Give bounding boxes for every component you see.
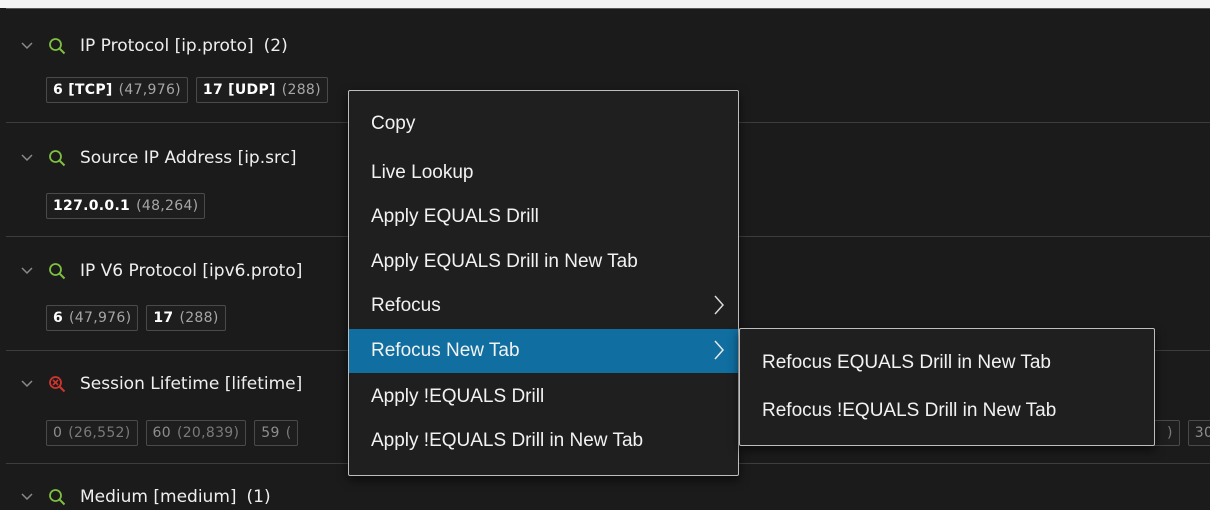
menu-item-apply-equals-drill[interactable]: Apply EQUALS Drill — [349, 195, 738, 239]
field-header-ipv6-proto[interactable]: IP V6 Protocol [ipv6.proto] — [18, 257, 302, 285]
menu-item-label: Copy — [371, 113, 416, 134]
field-header-lifetime[interactable]: Session Lifetime [lifetime] — [18, 370, 302, 398]
value-text: 17 — [153, 310, 174, 326]
menu-item-refocus-new-tab[interactable]: Refocus New Tab — [349, 329, 738, 373]
menu-item-label: Refocus — [371, 295, 441, 316]
value-text: 0 — [53, 425, 63, 441]
value-pill[interactable]: 17 [UDP] (288) — [195, 77, 328, 103]
field-header-ip-proto[interactable]: IP Protocol [ip.proto] (2) — [18, 32, 288, 60]
value-count: (288) — [179, 310, 219, 326]
value-count: (288) — [281, 82, 321, 98]
field-title: IP Protocol [ip.proto] — [80, 36, 254, 56]
field-values: 0 (26,552) 60 (20,839) 59 ( — [46, 420, 299, 446]
field-values: 127.0.0.1 (48,264) — [46, 193, 206, 219]
value-text: 30 — [1194, 425, 1210, 441]
submenu-item-label: Refocus !EQUALS Drill in New Tab — [762, 400, 1057, 421]
chevron-down-icon[interactable] — [18, 488, 36, 506]
submenu-item-label: Refocus EQUALS Drill in New Tab — [762, 352, 1051, 373]
value-text: 60 — [152, 425, 171, 441]
chevron-right-icon — [712, 294, 726, 316]
chevron-down-icon[interactable] — [18, 149, 36, 167]
field-count: (2) — [263, 36, 288, 56]
error-icon — [46, 373, 68, 395]
value-pill[interactable]: 60 (20,839) — [145, 420, 247, 446]
menu-item-label: Apply !EQUALS Drill — [371, 386, 545, 407]
field-header-medium[interactable]: Medium [medium] (1) — [18, 483, 271, 510]
search-icon — [46, 260, 68, 282]
chevron-down-icon[interactable] — [18, 37, 36, 55]
value-pill[interactable]: 30 — [1187, 420, 1210, 446]
value-text: 17 [UDP] — [202, 82, 276, 98]
field-title: Medium [medium] — [80, 487, 237, 507]
field-count: (1) — [246, 487, 271, 507]
menu-item-label: Apply EQUALS Drill — [371, 206, 539, 227]
top-border — [0, 0, 1210, 9]
field-values-overflow: ) 30 — [1150, 420, 1210, 446]
value-count: (26,552) — [68, 425, 131, 441]
search-icon — [46, 486, 68, 508]
value-count: (47,976) — [118, 82, 181, 98]
field-values: 6 (47,976) 17 (288) — [46, 305, 226, 331]
submenu-item-refocus-equals-new-tab[interactable]: Refocus EQUALS Drill in New Tab — [740, 339, 1154, 387]
value-text: 6 — [53, 310, 64, 326]
submenu-item-refocus-not-equals-new-tab[interactable]: Refocus !EQUALS Drill in New Tab — [740, 387, 1154, 435]
menu-item-label: Apply EQUALS Drill in New Tab — [371, 251, 638, 272]
chevron-down-icon[interactable] — [18, 262, 36, 280]
menu-item-copy[interactable]: Copy — [349, 102, 738, 146]
value-count: ( — [285, 425, 292, 441]
value-count: (47,976) — [69, 310, 132, 326]
field-values: 6 [TCP] (47,976) 17 [UDP] (288) — [46, 77, 328, 103]
search-icon — [46, 35, 68, 57]
chevron-down-icon[interactable] — [18, 375, 36, 393]
field-title: Session Lifetime [lifetime] — [80, 374, 303, 394]
value-pill[interactable]: 127.0.0.1 (48,264) — [46, 193, 206, 219]
value-text: 6 [TCP] — [53, 82, 113, 98]
field-title: IP V6 Protocol [ipv6.proto] — [80, 261, 303, 281]
value-count: (20,839) — [176, 425, 240, 441]
menu-item-apply-not-equals-drill[interactable]: Apply !EQUALS Drill — [349, 375, 738, 419]
menu-item-label: Live Lookup — [371, 162, 474, 183]
context-submenu: Refocus EQUALS Drill in New Tab Refocus … — [739, 328, 1155, 446]
menu-item-apply-not-equals-drill-new-tab[interactable]: Apply !EQUALS Drill in New Tab — [349, 419, 738, 463]
field-header-ip-src[interactable]: Source IP Address [ip.src] — [18, 144, 297, 172]
field-title: Source IP Address [ip.src] — [80, 148, 297, 168]
value-count: (48,264) — [136, 198, 199, 214]
menu-item-live-lookup[interactable]: Live Lookup — [349, 151, 738, 195]
context-menu: Copy Live Lookup Apply EQUALS Drill Appl… — [348, 90, 739, 476]
menu-item-apply-equals-drill-new-tab[interactable]: Apply EQUALS Drill in New Tab — [349, 240, 738, 284]
chevron-right-icon — [712, 339, 726, 361]
menu-item-label: Apply !EQUALS Drill in New Tab — [371, 430, 644, 451]
value-pill[interactable]: 59 ( — [254, 420, 299, 446]
value-pill[interactable]: 6 (47,976) — [46, 305, 139, 331]
value-pill[interactable]: 6 [TCP] (47,976) — [46, 77, 188, 103]
value-text: 127.0.0.1 — [53, 198, 131, 214]
menu-item-refocus[interactable]: Refocus — [349, 284, 738, 328]
value-pill[interactable]: 17 (288) — [146, 305, 226, 331]
search-icon — [46, 147, 68, 169]
value-text: 59 — [261, 425, 280, 441]
value-pill[interactable]: 0 (26,552) — [46, 420, 138, 446]
menu-item-label: Refocus New Tab — [371, 340, 520, 361]
